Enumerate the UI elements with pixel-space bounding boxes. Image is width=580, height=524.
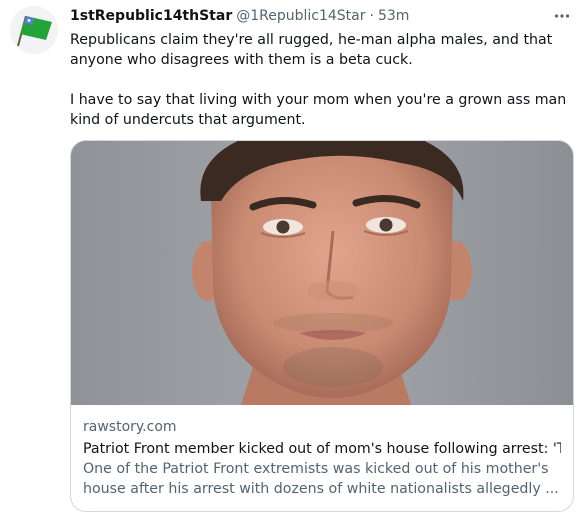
- mugshot-photo: [71, 141, 573, 405]
- more-options-icon[interactable]: [550, 6, 574, 26]
- green-flag-icon: [10, 6, 58, 54]
- display-name[interactable]: 1stRepublic14thStar: [70, 8, 232, 24]
- separator: ·: [369, 8, 374, 24]
- link-card[interactable]: rawstory.com Patriot Front member kicked…: [70, 140, 574, 512]
- card-title: Patriot Front member kicked out of mom's…: [83, 441, 561, 457]
- avatar[interactable]: [10, 6, 58, 54]
- tweet[interactable]: 1stRepublic14thStar @1Republic14Star · 5…: [0, 0, 580, 524]
- tweet-header: 1stRepublic14thStar @1Republic14Star · 5…: [70, 6, 574, 26]
- timestamp[interactable]: 53m: [378, 8, 409, 24]
- card-domain: rawstory.com: [83, 419, 177, 435]
- card-description: One of the Patriot Front extremists was …: [83, 461, 559, 497]
- card-body[interactable]: rawstory.com Patriot Front member kicked…: [83, 417, 561, 499]
- card-image[interactable]: [71, 141, 573, 405]
- user-handle[interactable]: @1Republic14Star: [236, 8, 365, 24]
- tweet-paragraph: I have to say that living with your mom …: [70, 92, 567, 128]
- tweet-paragraph: Republicans claim they're all rugged, he…: [70, 32, 553, 68]
- tweet-text: Republicans claim they're all rugged, he…: [70, 30, 576, 130]
